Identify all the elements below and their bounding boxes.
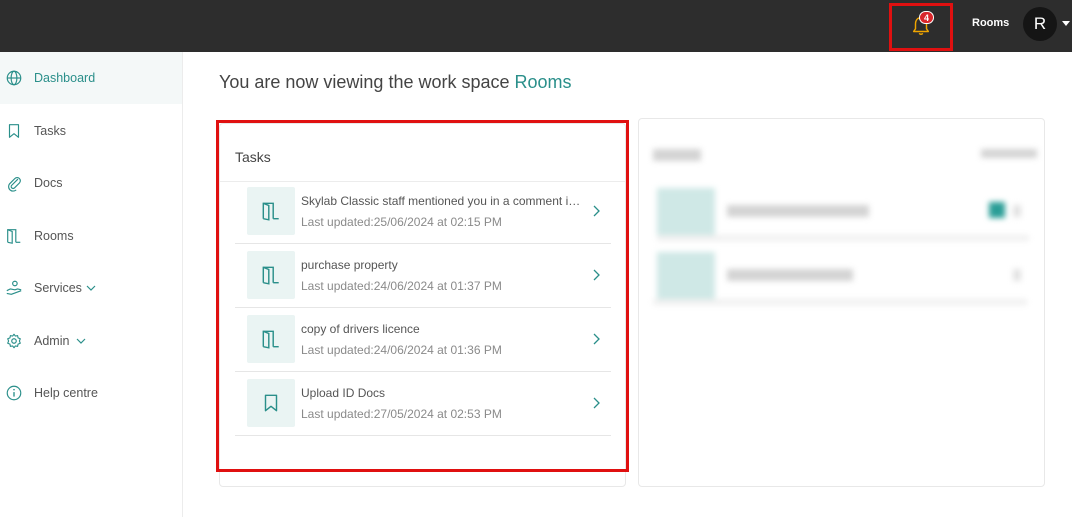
- sidebar-item-label: Admin: [34, 334, 70, 348]
- sidebar-item-label: Tasks: [34, 124, 66, 138]
- sidebar-item-label: Services: [34, 281, 82, 295]
- gear-icon: [7, 333, 21, 349]
- sidebar-item-rooms[interactable]: Rooms: [0, 210, 182, 262]
- top-bar: 4 Rooms R: [0, 0, 1072, 52]
- page-title-prefix: You are now viewing the work space: [219, 72, 515, 92]
- sidebar-item-label: Help centre: [34, 386, 98, 400]
- door-icon: [7, 229, 21, 244]
- notification-badge[interactable]: 4: [919, 11, 934, 24]
- chevron-down-icon[interactable]: [1062, 21, 1070, 26]
- sidebar-item-dashboard[interactable]: Dashboard: [0, 52, 182, 104]
- globe-icon: [6, 70, 22, 86]
- tasks-highlight: [216, 120, 629, 472]
- chevron-down-icon: [76, 338, 86, 344]
- workspace-selector[interactable]: Rooms: [972, 17, 1009, 29]
- sidebar-item-label: Dashboard: [34, 71, 96, 85]
- notification-highlight: 4: [889, 3, 953, 51]
- sidebar: Dashboard Tasks Docs Rooms Services Admi…: [0, 52, 183, 517]
- sidebar-item-services[interactable]: Services: [0, 262, 182, 314]
- redacted-card: [638, 118, 1045, 487]
- hand-icon: [6, 280, 22, 295]
- sidebar-item-label: Rooms: [34, 229, 74, 243]
- sidebar-item-admin[interactable]: Admin: [0, 315, 182, 367]
- info-icon: [6, 385, 22, 401]
- bookmark-icon: [8, 124, 20, 138]
- sidebar-item-docs[interactable]: Docs: [0, 157, 182, 209]
- avatar[interactable]: R: [1023, 7, 1057, 41]
- chevron-down-icon: [86, 285, 96, 291]
- sidebar-item-tasks[interactable]: Tasks: [0, 105, 182, 157]
- page-title-workspace[interactable]: Rooms: [515, 72, 572, 92]
- paperclip-icon: [8, 177, 21, 192]
- sidebar-item-label: Docs: [34, 176, 63, 190]
- page-title: You are now viewing the work space Rooms: [219, 72, 572, 93]
- sidebar-item-help-centre[interactable]: Help centre: [0, 367, 182, 419]
